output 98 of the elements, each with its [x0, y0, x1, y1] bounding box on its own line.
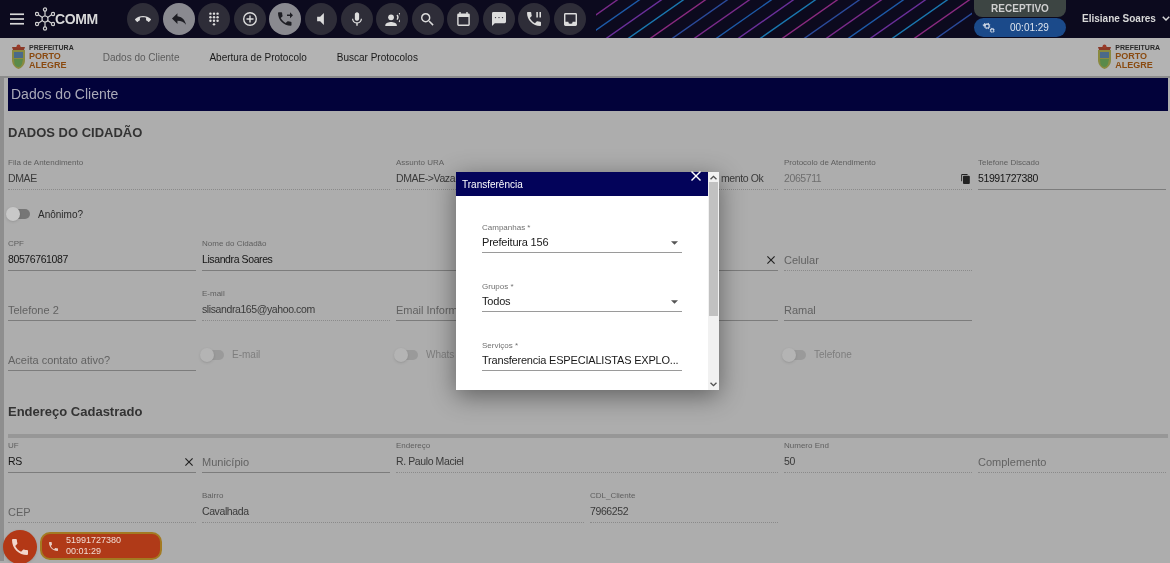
- input-field[interactable]: Celular: [784, 250, 972, 271]
- input-field[interactable]: RS: [8, 452, 196, 473]
- call-duration: 00:01:29: [66, 546, 103, 557]
- inbox-icon: [563, 12, 577, 26]
- dropdown-field[interactable]: Transferencia ESPECIALISTAS EXPLO...: [482, 351, 682, 371]
- field-label: CDL_Cliente: [590, 490, 636, 502]
- panel-title: Dados do Cliente: [11, 85, 119, 104]
- crest-icon: [1096, 44, 1114, 70]
- phone-forward-icon: [277, 12, 293, 26]
- field-label: Campanhas *: [482, 222, 532, 233]
- input-field[interactable]: Ramal: [784, 300, 972, 321]
- toolbar-button[interactable]: [198, 3, 231, 35]
- field-label: Telefone Discado: [978, 157, 1040, 169]
- toolbar-button[interactable]: [340, 3, 373, 35]
- toolbar-button[interactable]: [447, 3, 480, 35]
- input-field[interactable]: 50: [784, 452, 972, 473]
- input-field[interactable]: Cavalhada: [202, 502, 584, 523]
- input-field[interactable]: 51991727380: [978, 169, 1166, 190]
- toolbar-button[interactable]: [233, 3, 266, 35]
- gears-icon: [982, 20, 996, 35]
- chevron-down-icon[interactable]: [710, 382, 717, 387]
- caret-icon: [671, 299, 678, 304]
- field-label: E-mail: [202, 288, 225, 300]
- person-voice-icon: [384, 12, 400, 26]
- dialog-title: Transferência: [462, 177, 523, 192]
- input-field[interactable]: slisandra165@yahoo.com: [202, 300, 390, 321]
- logo-title: PORTO: [29, 52, 62, 61]
- input-field[interactable]: 80576761087: [8, 250, 196, 271]
- field-value: mento Ok: [721, 171, 764, 187]
- reply-icon: [171, 13, 186, 25]
- brand-logo: COMM: [55, 9, 98, 29]
- scrollbar-thumb[interactable]: [709, 182, 718, 316]
- field-label: UF: [8, 440, 19, 452]
- field-label: Serviços *: [482, 340, 519, 351]
- toolbar-button[interactable]: [376, 3, 409, 35]
- chevron-up-icon[interactable]: [710, 175, 717, 180]
- close-icon[interactable]: [767, 256, 775, 264]
- phone-icon: [12, 539, 28, 555]
- field-label: Protocolo de Atendimento: [784, 157, 876, 169]
- chat-icon: [491, 12, 506, 26]
- input-field[interactable]: Complemento: [978, 452, 1166, 473]
- caret-icon: [671, 240, 678, 245]
- toggle-label: Anônimo?: [38, 207, 84, 222]
- input-field[interactable]: Aceita contato ativo?: [8, 350, 196, 371]
- field-label: Grupos *: [482, 281, 515, 292]
- mode-badge: RECEPTIVO: [974, 0, 1066, 17]
- calendar-icon: [456, 12, 470, 26]
- nav-tab[interactable]: Buscar Protocolos: [321, 38, 433, 76]
- timer-text: 00:01:29: [1010, 21, 1049, 35]
- field-label: Fila de Antendimento: [8, 157, 84, 169]
- chevron-down-icon[interactable]: [1161, 16, 1170, 21]
- toolbar-button[interactable]: [126, 3, 159, 35]
- scrollbar[interactable]: [708, 172, 719, 390]
- input-field[interactable]: DMAE: [8, 169, 390, 190]
- section-heading: Endereço Cadastrado: [8, 403, 144, 421]
- input-field[interactable]: 7966252: [590, 502, 778, 523]
- dropdown-field[interactable]: Prefeitura 156: [482, 233, 682, 253]
- dialpad-icon: [209, 12, 220, 26]
- call-number: 51991727380: [66, 535, 122, 546]
- nav-tab[interactable]: Dados do Cliente: [87, 38, 195, 76]
- input-field[interactable]: R. Paulo Maciel: [396, 452, 778, 473]
- toolbar-button[interactable]: [411, 3, 444, 35]
- user-name[interactable]: Elisiane Soares: [1082, 11, 1156, 26]
- field-label: Nome do Cidadão: [202, 238, 267, 250]
- logo-title: ALEGRE: [29, 61, 68, 70]
- phone-icon: [49, 541, 58, 551]
- active-call-card[interactable]: 51991727380 00:01:29: [40, 532, 162, 560]
- call-button[interactable]: [3, 530, 37, 563]
- network-logo-icon: [35, 7, 55, 31]
- toolbar-button[interactable]: [304, 3, 337, 35]
- logo-title: ALEGRE: [1115, 61, 1154, 70]
- input-field[interactable]: Telefone 2: [8, 300, 196, 321]
- field-label: Endereço: [396, 440, 431, 452]
- toggle-switch[interactable]: [8, 209, 30, 219]
- input-field[interactable]: CEP: [8, 502, 196, 523]
- toolbar-button[interactable]: [518, 3, 551, 35]
- field-label: Numero End: [784, 440, 829, 452]
- speaker-icon: [317, 13, 325, 25]
- close-icon[interactable]: [185, 458, 193, 466]
- hang-up-icon: [134, 15, 151, 23]
- microphone-icon: [351, 12, 362, 26]
- toolbar-button[interactable]: [482, 3, 515, 35]
- crest-icon: [10, 44, 27, 70]
- close-icon[interactable]: [691, 171, 701, 181]
- nav-tab[interactable]: Abertura de Protocolo: [194, 38, 322, 76]
- menu-icon[interactable]: [10, 13, 24, 25]
- section-heading: DADOS DO CIDADÃO: [8, 124, 144, 142]
- logo-title: PORTO: [1115, 52, 1149, 61]
- search-icon: [421, 12, 435, 26]
- toolbar-button[interactable]: [162, 3, 195, 35]
- field-label: CPF: [8, 238, 24, 250]
- field-label: Assunto URA: [396, 157, 445, 169]
- toolbar-button[interactable]: [269, 3, 302, 35]
- field-label: Bairro: [202, 490, 224, 502]
- toolbar-button[interactable]: [554, 3, 587, 35]
- dropdown-field[interactable]: Todos: [482, 292, 682, 312]
- phone-paused-icon: [527, 12, 542, 26]
- input-field[interactable]: Município: [202, 452, 390, 473]
